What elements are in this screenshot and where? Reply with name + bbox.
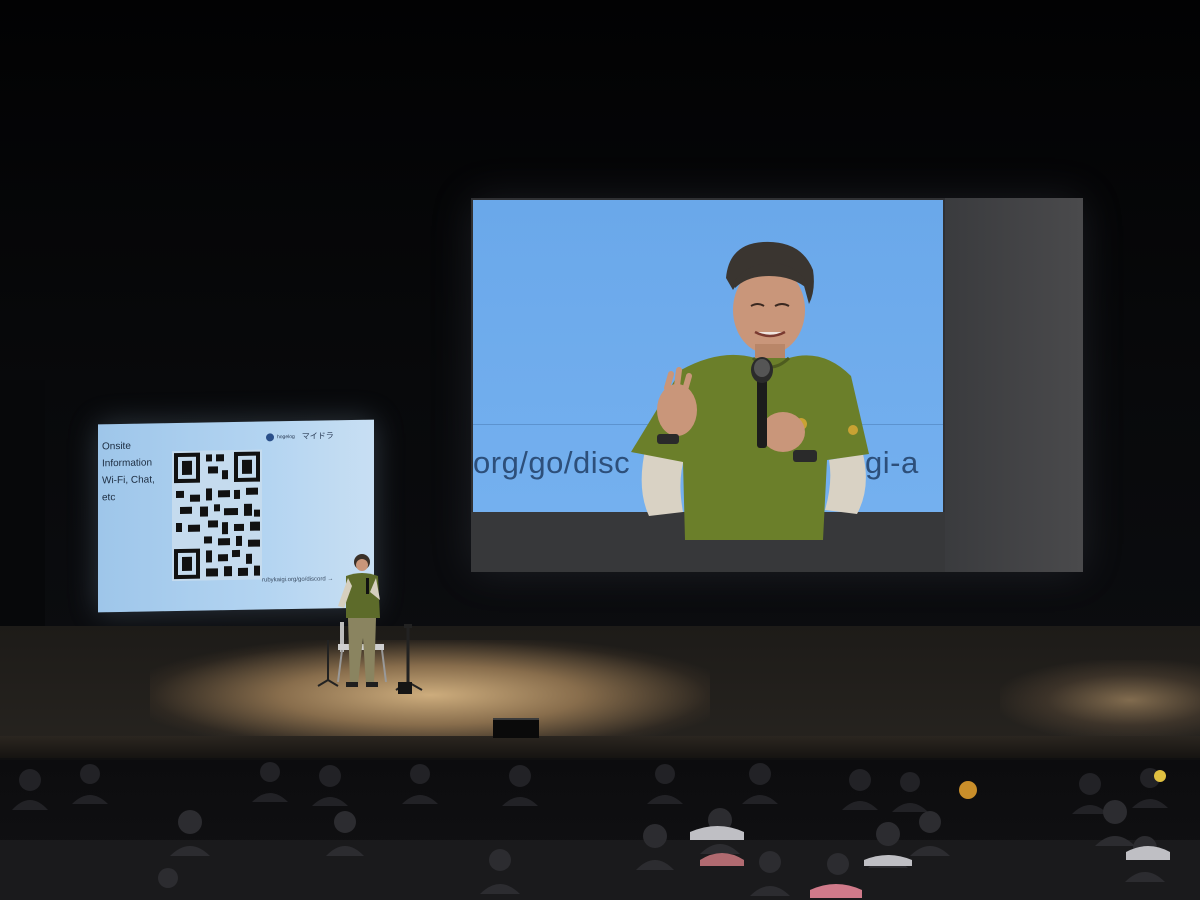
logo-text: hogelog [277, 433, 295, 440]
spotlight-right [1000, 660, 1200, 740]
stage-edge [0, 736, 1200, 760]
info-line: Wi-Fi, Chat, [102, 474, 155, 487]
audience-area [0, 760, 1200, 900]
main-projection-screen: org/go/disc gi-a [471, 198, 1083, 572]
info-line: Onsite [102, 440, 131, 453]
logo-text-jp: マイドラ [301, 431, 334, 441]
stage-speaker [317, 554, 423, 694]
spotlight-main [150, 640, 710, 750]
audience-silhouettes [0, 762, 1200, 900]
auditorium-scene: org/go/disc gi-a Onsite Information Wi-F… [0, 0, 1200, 900]
info-line: etc [102, 492, 116, 504]
qr-code-icon [172, 449, 262, 582]
onsite-info-text: Onsite Information Wi-Fi, Chat, etc [102, 437, 155, 506]
speaker-closeup [631, 241, 869, 540]
sponsor-logo: hogelog マイドラ [266, 430, 334, 442]
info-line: Information [102, 457, 153, 470]
floor-monitor [493, 718, 539, 738]
logo-icon [266, 432, 274, 441]
